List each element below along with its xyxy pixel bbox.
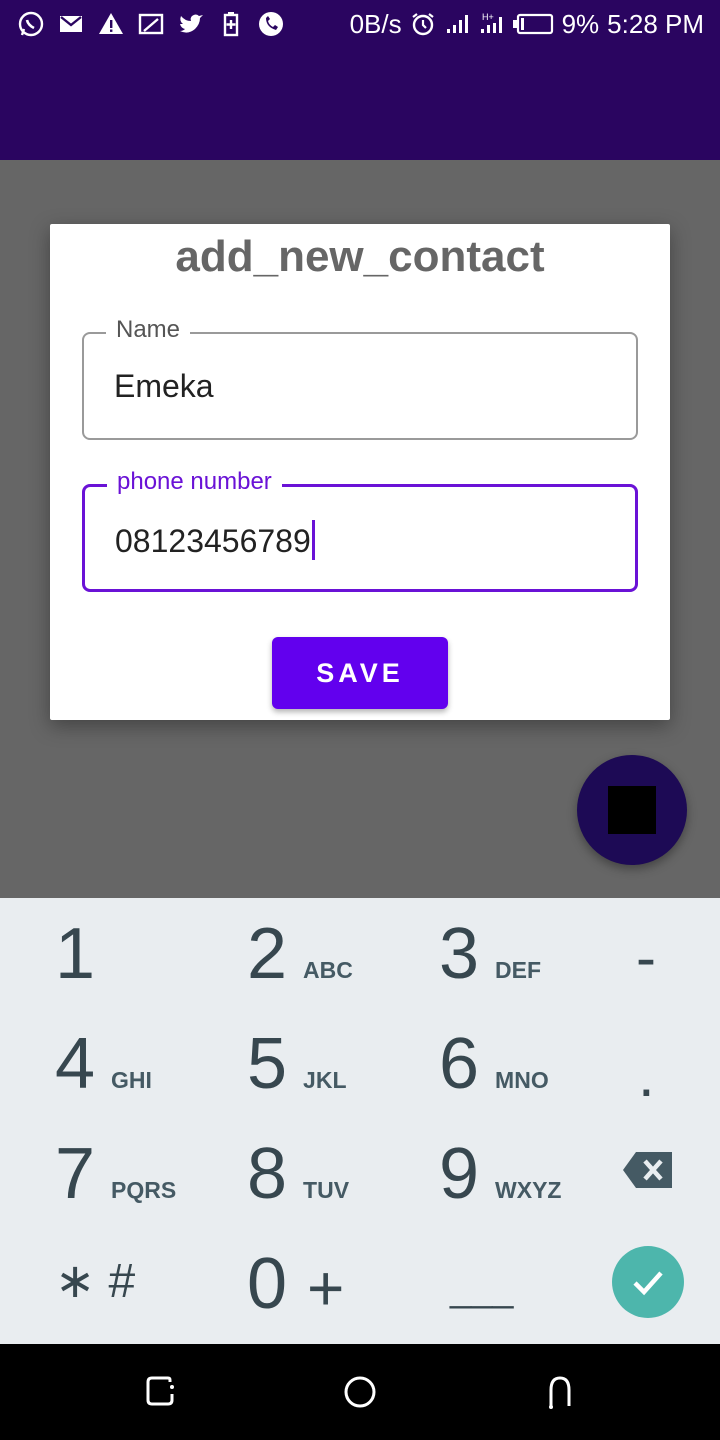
signal-icon [446, 15, 468, 33]
stop-icon [608, 786, 656, 834]
home-button[interactable] [340, 1372, 380, 1412]
app-bar [0, 48, 720, 160]
key-7[interactable]: 7 PQRS [55, 1138, 176, 1210]
plus-symbol: + [307, 1252, 345, 1324]
key-3[interactable]: 3 DEF [439, 918, 541, 990]
key-8[interactable]: 8 TUV [247, 1138, 349, 1210]
whatsapp-icon [18, 11, 44, 37]
key-5[interactable]: 5 JKL [247, 1028, 347, 1100]
backspace-icon[interactable] [622, 1150, 674, 1190]
battery-saver-icon [223, 12, 239, 37]
key-1[interactable]: 1 [55, 918, 95, 990]
name-field[interactable]: Name Emeka [82, 316, 638, 440]
name-field-value: Emeka [114, 368, 214, 404]
name-field-label: Name [106, 316, 191, 344]
key-space[interactable]: ___ [450, 1270, 513, 1308]
key-9[interactable]: 9 WXYZ [439, 1138, 562, 1210]
key-period[interactable]: . [638, 1046, 655, 1106]
key-star-hash[interactable]: ∗ # [55, 1258, 135, 1306]
key-minus[interactable]: - [636, 928, 656, 988]
recents-button[interactable] [140, 1372, 180, 1412]
phone-call-icon [259, 12, 283, 36]
status-bar: 0B/s H+ 9% 5:28 PM [0, 0, 720, 48]
svg-text:H+: H+ [482, 12, 494, 22]
cast-icon [138, 13, 164, 35]
text-caret [311, 520, 315, 560]
battery-icon [512, 13, 553, 35]
key-6[interactable]: 6 MNO [439, 1028, 549, 1100]
alarm-icon [411, 13, 434, 36]
network-speed: 0B/s [349, 8, 402, 39]
phone-number-field-label: phone number [107, 468, 282, 496]
save-button[interactable]: SAVE [272, 637, 448, 709]
phone-number-field[interactable]: phone number 08123456789 [82, 468, 638, 592]
key-4[interactable]: 4 GHI [55, 1028, 152, 1100]
stop-fab[interactable] [577, 755, 687, 865]
key-0-plus[interactable]: 0 + [247, 1248, 344, 1320]
gmail-icon [60, 16, 82, 32]
warning-icon [99, 13, 123, 34]
checkmark-icon [633, 1271, 663, 1296]
done-key[interactable] [612, 1246, 684, 1318]
signal-h-plus-icon: H+ [480, 12, 502, 33]
back-button[interactable] [540, 1372, 580, 1412]
dialog-title: add_new_contact [175, 232, 545, 281]
phone-number-field-value: 08123456789 [115, 520, 315, 560]
add-contact-dialog: add_new_contact Name Emeka phone number … [50, 224, 670, 720]
battery-percent: 9% [561, 8, 600, 39]
key-2[interactable]: 2 ABC [247, 918, 353, 990]
phone-number-text: 08123456789 [115, 523, 311, 559]
clock: 5:28 PM [607, 8, 704, 39]
twitter-icon [180, 14, 203, 33]
